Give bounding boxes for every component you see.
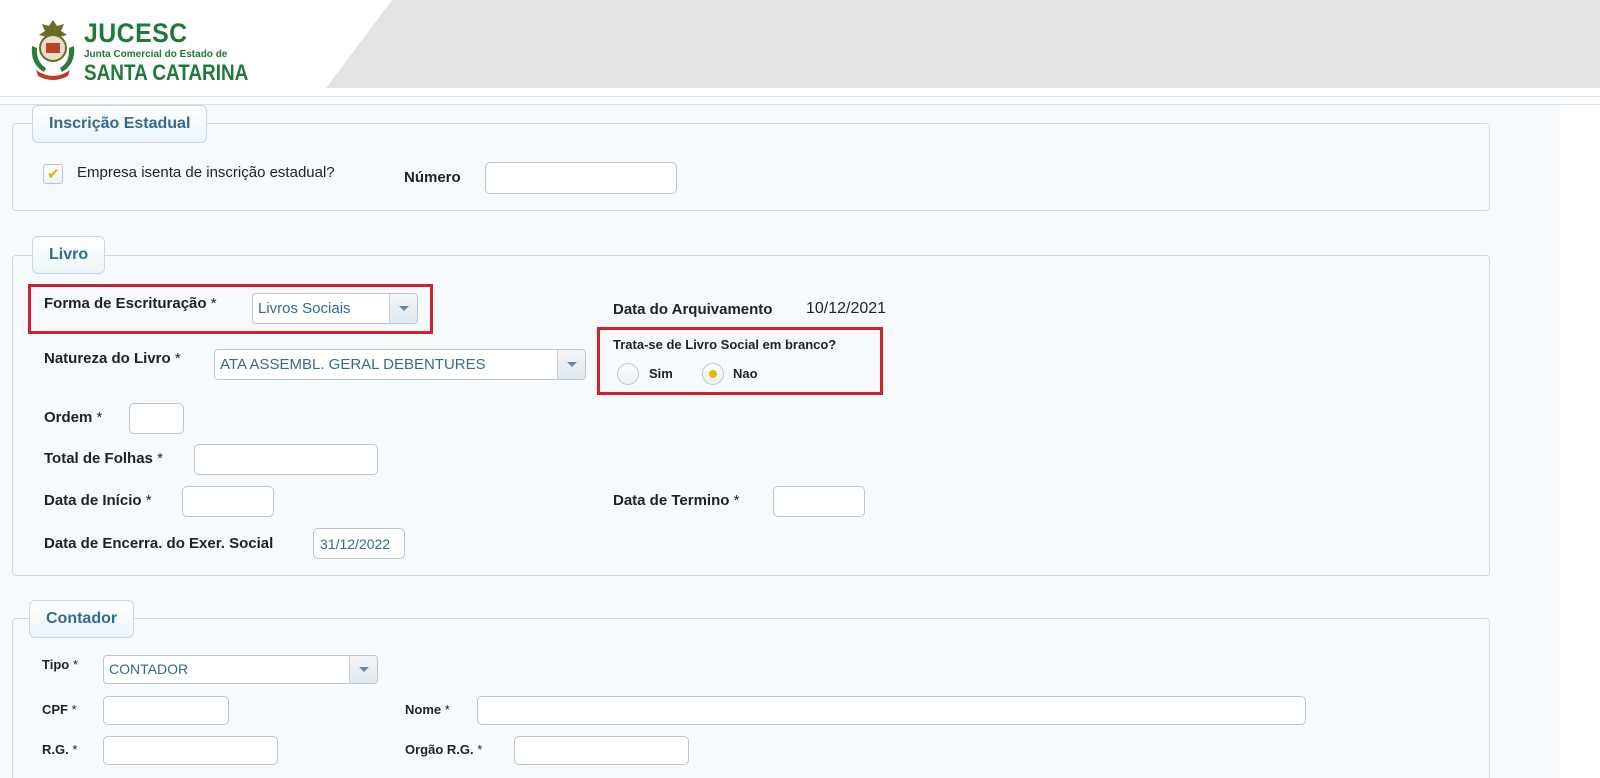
cpf-label: CPF *	[42, 702, 77, 717]
isenta-label: Empresa isenta de inscrição estadual?	[77, 164, 335, 181]
brand-subtitle: Junta Comercial do Estado de	[84, 49, 228, 60]
data-termino-input[interactable]	[773, 486, 865, 517]
data-arquivamento-label: Data do Arquivamento	[613, 301, 773, 318]
total-folhas-input[interactable]	[194, 444, 378, 475]
orgao-rg-input[interactable]	[514, 736, 689, 765]
data-arquivamento-value: 10/12/2021	[806, 300, 887, 317]
jucesc-logo[interactable]: JUCESC Junta Comercial do Estado de SANT…	[26, 16, 249, 86]
isenta-checkbox[interactable]: ✔	[43, 164, 63, 184]
inscricao-estadual-legend: Inscrição Estadual	[32, 105, 208, 143]
brand-state: SANTA CATARINA	[84, 60, 249, 85]
right-margin	[1560, 105, 1600, 778]
nome-input[interactable]	[477, 696, 1306, 725]
orgao-rg-label: Orgão R.G. *	[405, 742, 483, 757]
chevron-down-icon[interactable]	[557, 350, 585, 379]
rg-label: R.G. *	[42, 742, 78, 757]
tipo-select[interactable]: CONTADOR	[103, 655, 378, 684]
data-inicio-input[interactable]	[182, 486, 274, 517]
header-divider	[0, 96, 1600, 97]
data-encerramento-input[interactable]	[313, 528, 405, 559]
app-header: JUCESC Junta Comercial do Estado de SANT…	[0, 0, 1600, 92]
tipo-label: Tipo *	[42, 657, 78, 672]
data-encerramento-label: Data de Encerra. do Exer. Social	[44, 535, 274, 552]
chevron-down-icon[interactable]	[349, 656, 377, 683]
tipo-value: CONTADOR	[109, 661, 189, 677]
ordem-input[interactable]	[129, 403, 184, 434]
contador-legend: Contador	[29, 600, 135, 638]
checkmark-icon: ✔	[47, 166, 60, 183]
ordem-label: Ordem *	[44, 409, 103, 426]
brand-title: JUCESC	[84, 18, 188, 48]
highlight-forma-escrituracao	[28, 284, 433, 334]
natureza-livro-label: Natureza do Livro *	[44, 350, 181, 367]
numero-label: Número	[404, 169, 461, 186]
numero-input[interactable]	[485, 162, 677, 194]
data-termino-label: Data de Termino *	[613, 492, 740, 509]
livro-legend: Livro	[32, 236, 106, 274]
data-inicio-label: Data de Início *	[44, 492, 152, 509]
nome-label: Nome *	[405, 702, 450, 717]
cpf-input[interactable]	[103, 696, 229, 725]
total-folhas-label: Total de Folhas *	[44, 450, 163, 467]
natureza-livro-value: ATA ASSEMBL. GERAL DEBENTURES	[220, 356, 486, 373]
natureza-livro-select[interactable]: ATA ASSEMBL. GERAL DEBENTURES	[214, 349, 586, 380]
rg-input[interactable]	[103, 736, 278, 765]
state-coat-of-arms-icon	[31, 20, 75, 80]
highlight-livro-branco	[597, 327, 883, 395]
